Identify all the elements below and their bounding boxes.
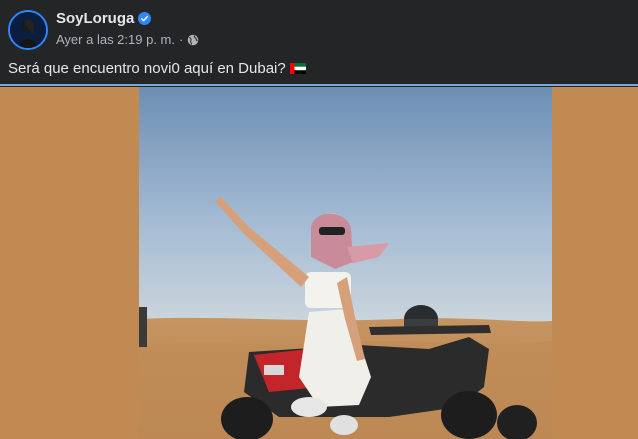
post-timestamp[interactable]: Ayer a las 2:19 p. m. [56, 32, 175, 47]
globe-icon[interactable] [187, 34, 199, 46]
verified-badge-icon [138, 12, 152, 25]
uae-flag-icon [289, 63, 306, 74]
author-avatar[interactable] [8, 10, 48, 50]
post-media[interactable] [0, 87, 638, 439]
post-photo[interactable] [139, 87, 552, 439]
avatar-image [10, 12, 46, 48]
post-meta: Ayer a las 2:19 p. m. · [56, 32, 199, 47]
media-divider [0, 84, 638, 86]
author-row: SoyLoruga [56, 10, 152, 27]
desert-atv-photo [139, 87, 552, 439]
caption-text: Será que encuentro novi0 aquí en Dubai? [8, 60, 286, 77]
post-caption: Será que encuentro novi0 aquí en Dubai? [8, 60, 306, 77]
post-header: SoyLoruga Ayer a las 2:19 p. m. · [0, 0, 638, 56]
author-name[interactable]: SoyLoruga [56, 10, 134, 27]
meta-separator: · [179, 32, 184, 47]
